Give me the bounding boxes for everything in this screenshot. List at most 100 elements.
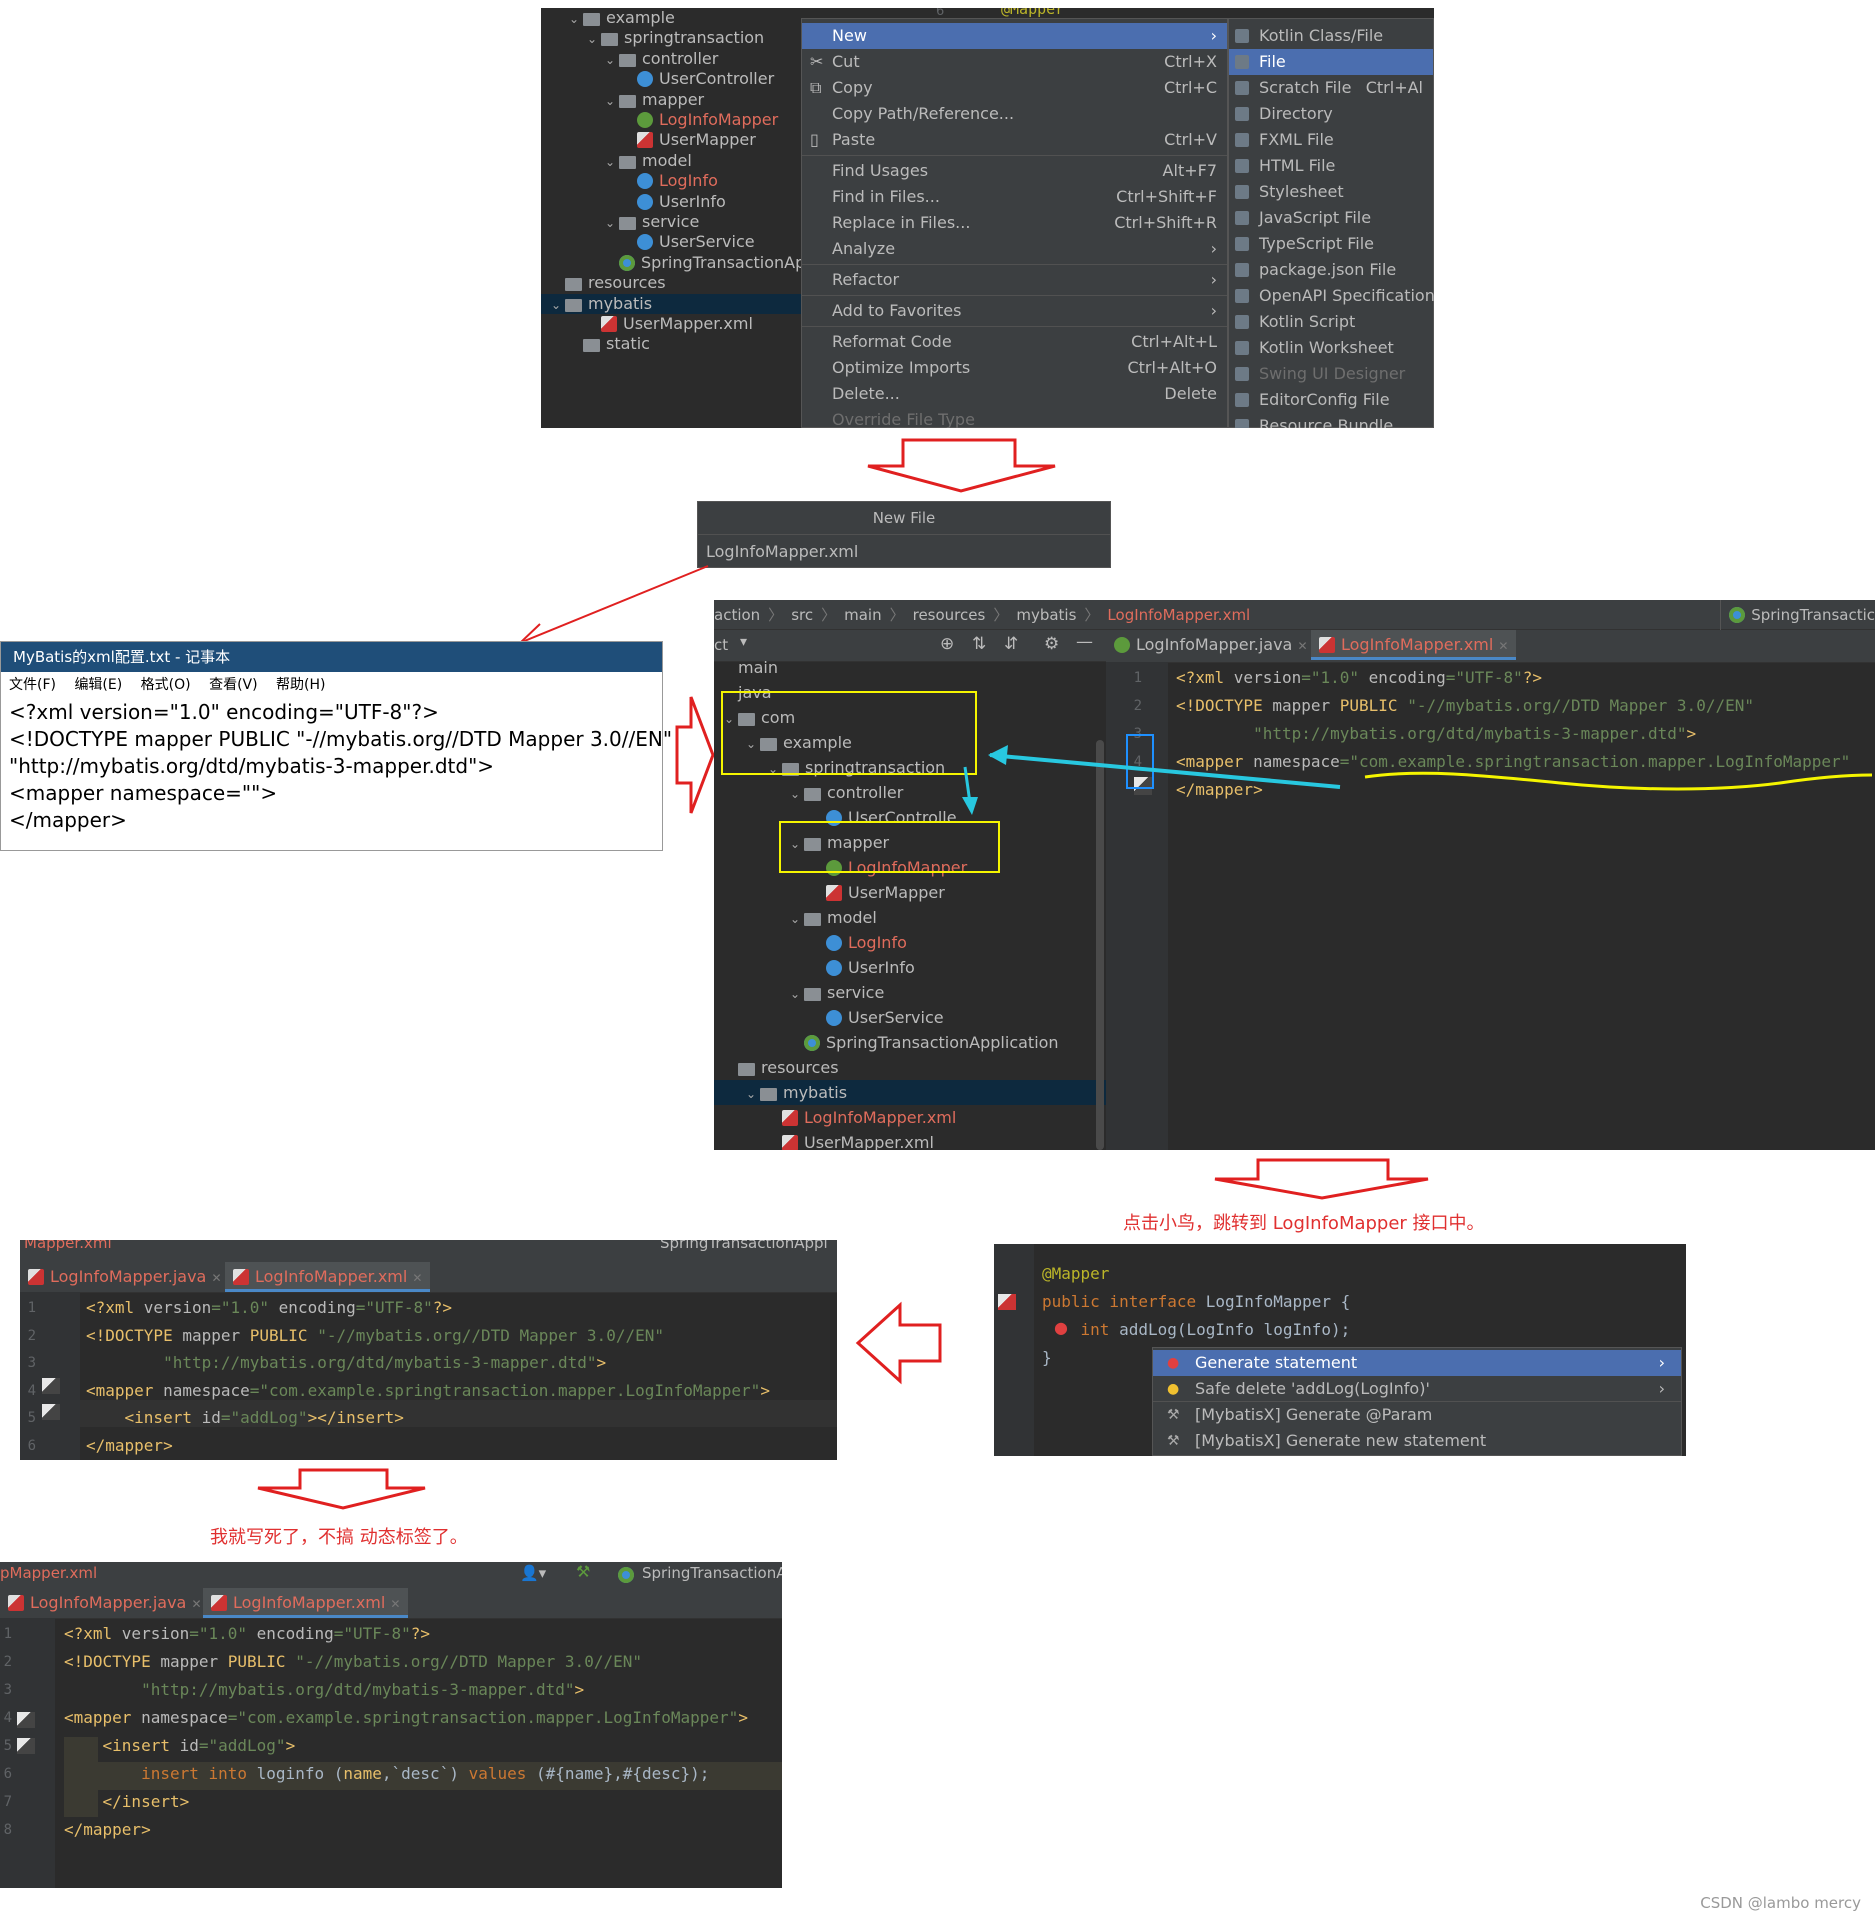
menu-item[interactable]: Analyze › [802,236,1227,262]
tree-item[interactable]: ⌄ service [714,980,1106,1005]
locate-icon[interactable]: ⊕ [940,634,954,654]
menu-item[interactable]: Copy Path/Reference... [802,101,1227,127]
tree-item[interactable]: UserMapper.xml [714,1130,1106,1150]
menu-item[interactable]: EditorConfig File [1229,387,1433,413]
code-line[interactable]: @Mapper [1042,1264,1109,1283]
menu-file[interactable]: 文件(F) [9,677,56,693]
close-icon[interactable]: ✕ [1297,639,1307,653]
close-icon[interactable]: ✕ [1498,639,1508,653]
close-icon[interactable]: ✕ [390,1597,400,1611]
tree-item[interactable]: UserService [714,1005,1106,1030]
tab-loginfomapper-java[interactable]: LogInfoMapper.java ✕ [20,1262,230,1292]
tree-item[interactable]: LogInfoMapper [541,110,801,130]
tree-item[interactable]: SpringTransactionApplication [714,1030,1106,1055]
notepad-line-4[interactable]: <mapper namespace=""> [9,781,277,805]
minimize-icon[interactable]: — [1076,632,1093,652]
tree-item[interactable]: resources [714,1055,1106,1080]
menu-item[interactable]: ✂ Cut Ctrl+X [802,49,1227,75]
tree-item[interactable]: ⌄ model [714,905,1106,930]
breadcrumb-item[interactable]: LogInfoMapper.xml [1107,606,1250,624]
project-label[interactable]: ct [714,636,728,654]
tree-item[interactable]: LogInfo [714,930,1106,955]
chevron-down-icon[interactable]: ⌄ [790,907,804,932]
code-line[interactable]: <?xml version="1.0" encoding="UTF-8"?> [64,1624,430,1643]
menu-item[interactable]: File [1229,49,1433,75]
chevron-down-icon[interactable]: ⌄ [605,152,619,172]
menu-item[interactable]: Find Usages Alt+F7 [802,158,1227,184]
breadcrumb-file[interactable]: Mapper.xml [24,1240,112,1252]
chevron-down-icon[interactable]: ⌄ [605,213,619,233]
error-bulb-icon[interactable]: ● [1054,1318,1068,1337]
menu-format[interactable]: 格式(O) [141,677,191,693]
notepad-line-1[interactable]: <?xml version="1.0" encoding="UTF-8"?> [9,700,439,724]
tab-loginfomapper-xml[interactable]: LogInfoMapper.xml ✕ [1311,630,1517,660]
mybatis-bird-icon[interactable] [17,1738,35,1754]
breadcrumb-file[interactable]: pMapper.xml [0,1564,97,1582]
menu-help[interactable]: 帮助(H) [276,677,325,693]
menu-item[interactable]: Stylesheet [1229,179,1433,205]
tree-item[interactable]: ⌄ mapper [541,90,801,110]
menu-item[interactable]: Add to Favorites › [802,298,1227,324]
code-line[interactable]: } [1042,1348,1052,1367]
menu-item[interactable]: JavaScript File [1229,205,1433,231]
gear-icon[interactable]: ⚙ [1044,634,1059,654]
mybatis-bird-icon[interactable] [42,1378,60,1394]
run-config-label[interactable]: SpringTransactionAppl [660,1240,828,1252]
tree-item[interactable]: UserMapper [541,130,801,150]
tree-item[interactable]: SpringTransactionAp [541,253,805,273]
intention-item[interactable]: ● Safe delete 'addLog(LogInfo)' › [1153,1376,1681,1402]
code-line[interactable]: int addLog(LogInfo logInfo); [1042,1320,1351,1339]
tree-item[interactable]: LogInfoMapper.xml [714,1105,1106,1130]
code-line[interactable]: <!DOCTYPE mapper PUBLIC "-//mybatis.org/… [86,1326,664,1345]
file-name-input[interactable]: LogInfoMapper.xml [698,535,1110,569]
code-line[interactable]: </mapper> [64,1820,151,1839]
chevron-down-icon[interactable]: ⌄ [569,9,583,29]
code-line[interactable]: <insert id="addLog"> [64,1736,296,1755]
code-line[interactable]: <?xml version="1.0" encoding="UTF-8"?> [1176,668,1542,687]
tab-loginfomapper-xml[interactable]: LogInfoMapper.xml ✕ [225,1262,431,1292]
tree-item[interactable]: ⌄ example [541,8,801,28]
code-line[interactable]: <!DOCTYPE mapper PUBLIC "-//mybatis.org/… [1176,696,1754,715]
menu-item[interactable]: Replace in Files... Ctrl+Shift+R [802,210,1227,236]
breadcrumb-item[interactable]: main [844,606,881,624]
tree-item[interactable]: ⌄ mybatis [541,293,801,315]
menu-item[interactable]: FXML File [1229,127,1433,153]
menu-item[interactable]: ⧉ Copy Ctrl+C [802,75,1227,101]
code-line[interactable]: "http://mybatis.org/dtd/mybatis-3-mapper… [64,1680,584,1699]
code-line[interactable]: <!DOCTYPE mapper PUBLIC "-//mybatis.org/… [64,1652,642,1671]
tree-item[interactable]: UserService [541,232,801,252]
tab-loginfomapper-xml[interactable]: LogInfoMapper.xml ✕ [203,1588,409,1618]
tree-item[interactable]: resources [541,273,801,293]
menu-item[interactable]: TypeScript File [1229,231,1433,257]
intention-item[interactable]: ⚒ [MybatisX] Generate @Param [1153,1402,1681,1428]
chevron-down-icon[interactable]: ⌄ [790,782,804,807]
tree-item[interactable]: ⌄ mybatis [714,1080,1106,1105]
tree-item[interactable]: UserInfo [714,955,1106,980]
close-icon[interactable]: ✕ [211,1271,221,1285]
tab-loginfomapper-java[interactable]: LogInfoMapper.java ✕ [1106,630,1316,660]
tree-item[interactable]: static [541,334,801,354]
code-line[interactable]: <insert id="addLog"></insert> [86,1408,404,1427]
breadcrumb-item[interactable]: mybatis [1016,606,1076,624]
mybatis-bird-icon[interactable] [42,1404,60,1420]
code-line[interactable]: <mapper namespace="com.example.springtra… [86,1381,770,1400]
mybatis-bird-icon[interactable] [17,1712,35,1728]
close-icon[interactable]: ✕ [191,1597,201,1611]
mybatis-bird-icon[interactable] [998,1294,1016,1310]
chevron-down-icon[interactable]: ⌄ [605,91,619,111]
tree-item[interactable]: main [714,655,1106,680]
collapse-all-icon[interactable]: ⇵ [1004,634,1018,654]
menu-view[interactable]: 查看(V) [209,677,258,693]
breadcrumb-item[interactable]: resources [913,606,986,624]
chevron-down-icon[interactable]: ⌄ [790,982,804,1007]
menu-item[interactable]: Directory [1229,101,1433,127]
intention-item[interactable]: ● Generate statement › [1153,1350,1681,1376]
menu-item[interactable]: ▯ Paste Ctrl+V [802,127,1227,153]
chevron-down-icon[interactable]: ▾ [740,634,747,650]
intention-item[interactable]: ⚒ [MybatisX] Generate new statement [1153,1428,1681,1454]
tree-item[interactable]: ⌄ controller [541,49,801,69]
chevron-down-icon[interactable]: ⌄ [551,295,565,315]
menu-item[interactable]: Scratch File Ctrl+Al [1229,75,1433,101]
tree-item[interactable]: ⌄ springtransaction [541,28,801,48]
tree-item[interactable]: LogInfo [541,171,801,191]
